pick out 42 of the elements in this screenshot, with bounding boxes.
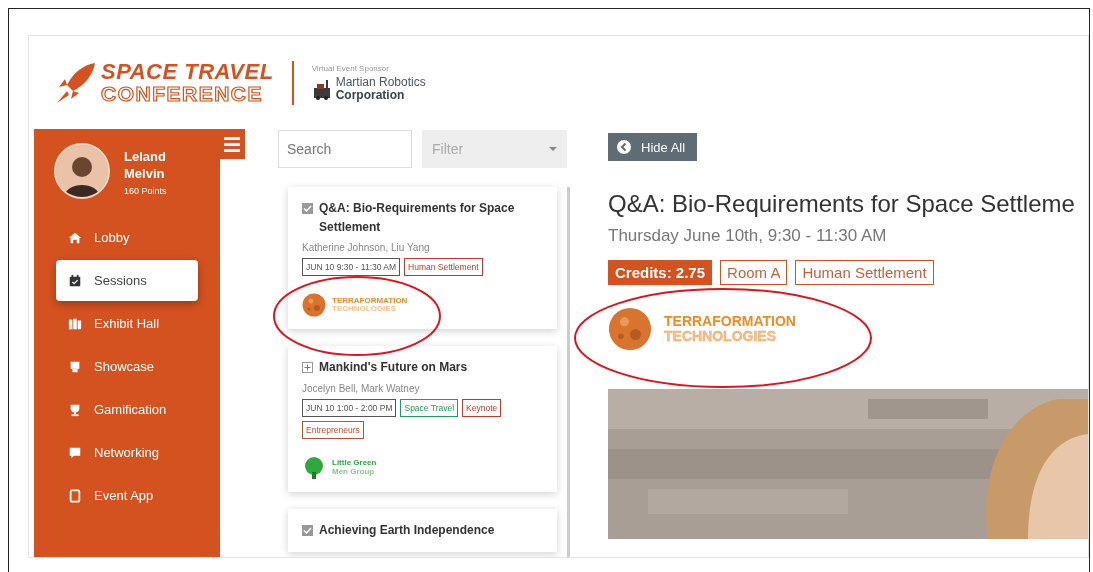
session-title: Achieving Earth Independence (319, 521, 495, 539)
user-name: Leland (124, 149, 167, 166)
speaker-names: Jocelyn Bell, Mark Watney (302, 382, 421, 394)
session-tag: Keynote (462, 398, 502, 417)
session-tag: Space Travel (400, 398, 459, 417)
sponsor-name: Corporation (335, 88, 406, 102)
nav-item[interactable]: Showcase (56, 346, 198, 387)
sponsor-name: TECHNOLOGIES (332, 305, 397, 315)
user-points: 160 Points (124, 185, 167, 196)
credits-label: Credits: 2.75 (608, 260, 713, 285)
session-card[interactable]: Q&A: Bio-Requirements for Space Settlement Katherine Johnson, Liu Yang JUN 10 9:30 - 11:30 AM Human Settlement TERRAFORMATION TECHNOLOGIES (288, 187, 558, 330)
nav-item[interactable]: Networking (56, 432, 198, 473)
session-tag: JUN 10 9:30 - 11:30 AM (302, 258, 401, 277)
sponsor-caption: Virtual Event Sponsor (311, 63, 390, 73)
sponsor-name: Men Group (332, 467, 376, 477)
session-date: Thursday June 10th, 9:30 - 11:30 AM (608, 226, 888, 246)
logo-title: SPACE TRAVEL (101, 61, 274, 83)
session-tag: Human Settlement (404, 258, 483, 277)
search-field[interactable]: Search (278, 130, 412, 168)
sponsor-name: TECHNOLOGIES (664, 329, 777, 345)
session-tag: JUN 10 1:00 - 2:00 PM (302, 398, 397, 417)
session-title: Mankind's Future on Mars (319, 359, 468, 377)
nav-item[interactable]: Gamification (56, 389, 198, 430)
nav-item[interactable]: Exhibit Hall (56, 303, 198, 344)
sponsor-name: Little Green (332, 458, 377, 468)
session-tag: Human Settlement (795, 260, 934, 285)
nav-item[interactable]: Event App (56, 475, 198, 516)
session-title: Q&A: Bio-Requirements for Space Settlement (319, 200, 516, 237)
logo-subtitle: CONFERENCE (101, 83, 264, 104)
session-heading: Q&A: Bio-Requirements for Space Settleme (608, 190, 1076, 218)
session-card[interactable]: Mankind's Future on Mars Jocelyn Bell, Mark Watney JUN 10 1:00 - 2:00 PM Space Travel Keynote Entrepreneurs Little Green Men Group (288, 346, 558, 492)
session-card[interactable]: Achieving Earth Independence (288, 508, 558, 552)
session-tag: Entrepreneurs (302, 420, 364, 439)
sponsor-name: TERRAFORMATION (332, 296, 408, 306)
user-name: Melvin (124, 165, 166, 183)
session-tag: Room A (720, 260, 788, 285)
sponsor-name: Martian Robotics (335, 75, 426, 89)
nav-item[interactable]: Lobby (56, 217, 198, 258)
speaker-names: Katherine Johnson, Liu Yang (302, 242, 431, 254)
nav-item[interactable]: Sessions (56, 260, 198, 301)
hide-all-button[interactable]: Hide All (608, 133, 698, 161)
sponsor-name: TERRAFORMATION (664, 313, 796, 329)
